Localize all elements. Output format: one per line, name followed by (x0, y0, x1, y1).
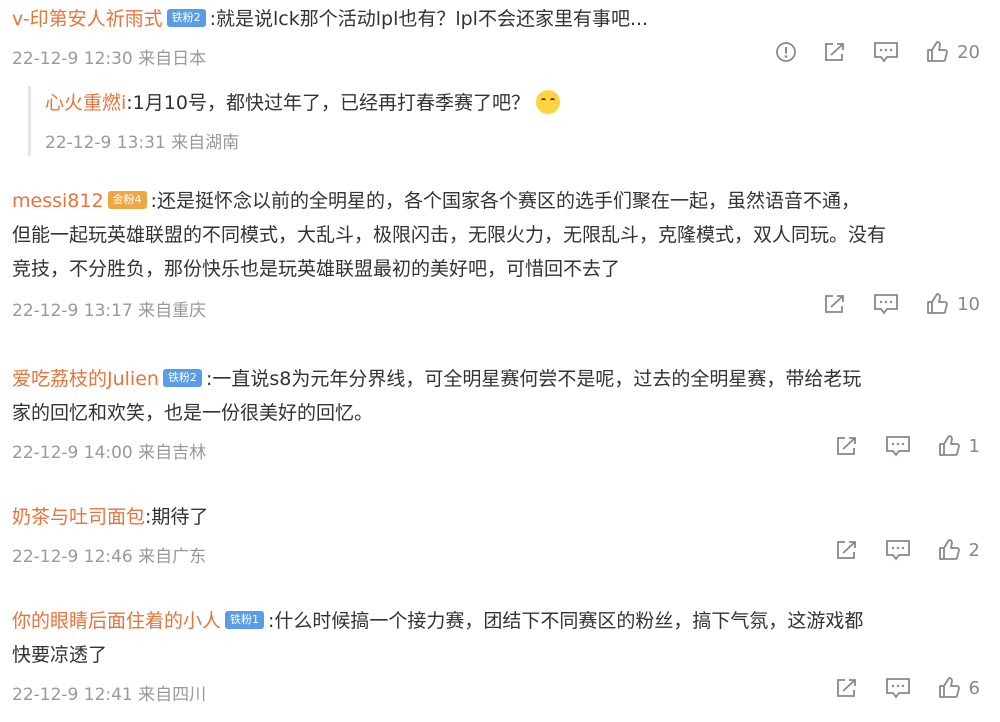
username[interactable]: 爱吃荔枝的Julien (12, 368, 159, 390)
thumbs-up-icon (927, 41, 948, 62)
comment-icon (885, 436, 910, 457)
like-button[interactable]: 1 (937, 434, 980, 458)
comment-actions: 2 (835, 538, 980, 562)
share-icon (836, 437, 856, 455)
comment-icon (885, 678, 910, 699)
username[interactable]: v-印第安人祈雨式 (12, 8, 163, 30)
share-icon (825, 295, 844, 313)
share-button[interactable] (823, 41, 847, 63)
comment-text: :还是挺怀念以前的全明星的，各个国家各个赛区的选手们聚在一起，虽然语音不通， (150, 190, 860, 212)
like-count: 2 (968, 539, 980, 561)
comment-item: messi812 金粉4:还是挺怀念以前的全明星的，各个国家各个赛区的选手们聚在一… (12, 184, 980, 334)
like-count: 1 (968, 435, 980, 457)
comment-text: :就是说lck那个活动lpl也有？lpl不会还家里有事吧... (209, 8, 649, 30)
reply-meta: 22-12-9 13:31 来自湖南 (45, 133, 240, 153)
reply-text: :1月10号，都快过年了，已经再打春季赛了吧？ (126, 92, 530, 114)
fan-badge: 铁粉2 (162, 368, 202, 387)
thumbs-up-icon (938, 435, 960, 456)
crying-laughing-emoji-icon (535, 89, 560, 114)
share-button[interactable] (823, 293, 847, 315)
comment-item: 爱吃荔枝的Julien 铁粉2:一直说s8为元年分界线，可全明星赛何尝不是呢，过去… (12, 362, 980, 472)
comment-content: 奶茶与吐司面包:期待了 (12, 500, 980, 534)
share-button[interactable] (835, 539, 859, 561)
like-count: 6 (968, 677, 980, 699)
comment-content: messi812 金粉4:还是挺怀念以前的全明星的，各个国家各个赛区的选手们聚在一… (12, 184, 980, 286)
like-button[interactable]: 2 (937, 538, 980, 562)
comment-text: :一直说s8为元年分界线，可全明星赛何尝不是呢，过去的全明星赛，带给老玩 (205, 368, 862, 390)
comment-meta: 22-12-9 12:41 来自四川 (12, 685, 207, 705)
comment-button[interactable] (885, 435, 911, 457)
like-button[interactable]: 20 (925, 40, 980, 64)
comment-text-line2: 但能一起玩英雄联盟的不同模式，大乱斗，极限闪击，无限火力，无限乱斗，克隆模式，双… (12, 224, 887, 246)
thumbs-up-icon (938, 539, 960, 560)
comment-icon (874, 294, 898, 315)
like-button[interactable]: 6 (937, 676, 980, 700)
comment-content: 爱吃荔枝的Julien 铁粉2:一直说s8为元年分界线，可全明星赛何尝不是呢，过去… (12, 362, 980, 430)
share-icon (836, 679, 856, 697)
share-icon (836, 541, 856, 559)
comment-icon (874, 42, 898, 63)
comment-item: 你的眼睛后面住着的小人 铁粉1:什么时候搞一个接力赛，团结下不同赛区的粉丝，搞下气… (12, 604, 980, 716)
comment-content: v-印第安人祈雨式 铁粉2:就是说lck那个活动lpl也有？lpl不会还家里有事吧… (12, 2, 980, 36)
comment-button[interactable] (885, 539, 911, 561)
share-icon (825, 43, 844, 61)
comment-button[interactable] (885, 677, 911, 699)
comment-text-line2: 快要凉透了 (12, 644, 108, 666)
comment-icon (885, 540, 910, 561)
username[interactable]: 奶茶与吐司面包 (12, 506, 145, 528)
comment-text-line2: 家的回忆和欢笑，也是一份很美好的回忆。 (12, 402, 374, 424)
report-button[interactable] (775, 41, 797, 63)
comment-button[interactable] (873, 293, 899, 315)
comment-text: :什么时候搞一个接力赛，团结下不同赛区的粉丝，搞下气氛，这游戏都 (268, 610, 864, 632)
comment-actions: 6 (835, 676, 980, 700)
comment-meta: 22-12-9 13:17 来自重庆 (12, 301, 207, 321)
share-button[interactable] (835, 677, 859, 699)
comment-button[interactable] (873, 41, 899, 63)
comment-item: v-印第安人祈雨式 铁粉2:就是说lck那个活动lpl也有？lpl不会还家里有事吧… (12, 2, 980, 172)
username[interactable]: messi812 (12, 190, 104, 212)
comment-text: :期待了 (145, 506, 209, 528)
comment-meta: 22-12-9 14:00 来自吉林 (12, 443, 207, 463)
comment-actions: 20 (775, 40, 980, 64)
fan-badge: 铁粉1 (225, 610, 265, 629)
reply-content: 心火重燃i:1月10号，都快过年了，已经再打春季赛了吧？ (45, 86, 560, 120)
reply-item: 心火重燃i:1月10号，都快过年了，已经再打春季赛了吧？ 22-12-9 13:… (28, 86, 560, 156)
report-icon (776, 42, 796, 62)
share-button[interactable] (835, 435, 859, 457)
comment-meta: 22-12-9 12:46 来自广东 (12, 547, 207, 567)
like-count: 20 (957, 41, 980, 63)
thumbs-up-icon (938, 677, 960, 698)
comment-text-line3: 竞技，不分胜负，那份快乐也是玩英雄联盟最初的美好吧，可惜回不去了 (12, 258, 621, 280)
comment-content: 你的眼睛后面住着的小人 铁粉1:什么时候搞一个接力赛，团结下不同赛区的粉丝，搞下气… (12, 604, 980, 672)
comment-meta: 22-12-9 12:30 来自日本 (12, 49, 207, 69)
reply-username[interactable]: 心火重燃i (45, 92, 126, 114)
fan-badge: 金粉4 (107, 190, 147, 209)
like-button[interactable]: 10 (925, 292, 980, 316)
comment-actions: 10 (823, 292, 980, 316)
fan-badge: 铁粉2 (166, 8, 206, 27)
comment-item: 奶茶与吐司面包:期待了 22-12-9 12:46 来自广东 2 (12, 500, 980, 580)
like-count: 10 (957, 293, 980, 315)
thumbs-up-icon (927, 293, 948, 314)
username[interactable]: 你的眼睛后面住着的小人 (12, 610, 221, 632)
comment-actions: 1 (835, 434, 980, 458)
